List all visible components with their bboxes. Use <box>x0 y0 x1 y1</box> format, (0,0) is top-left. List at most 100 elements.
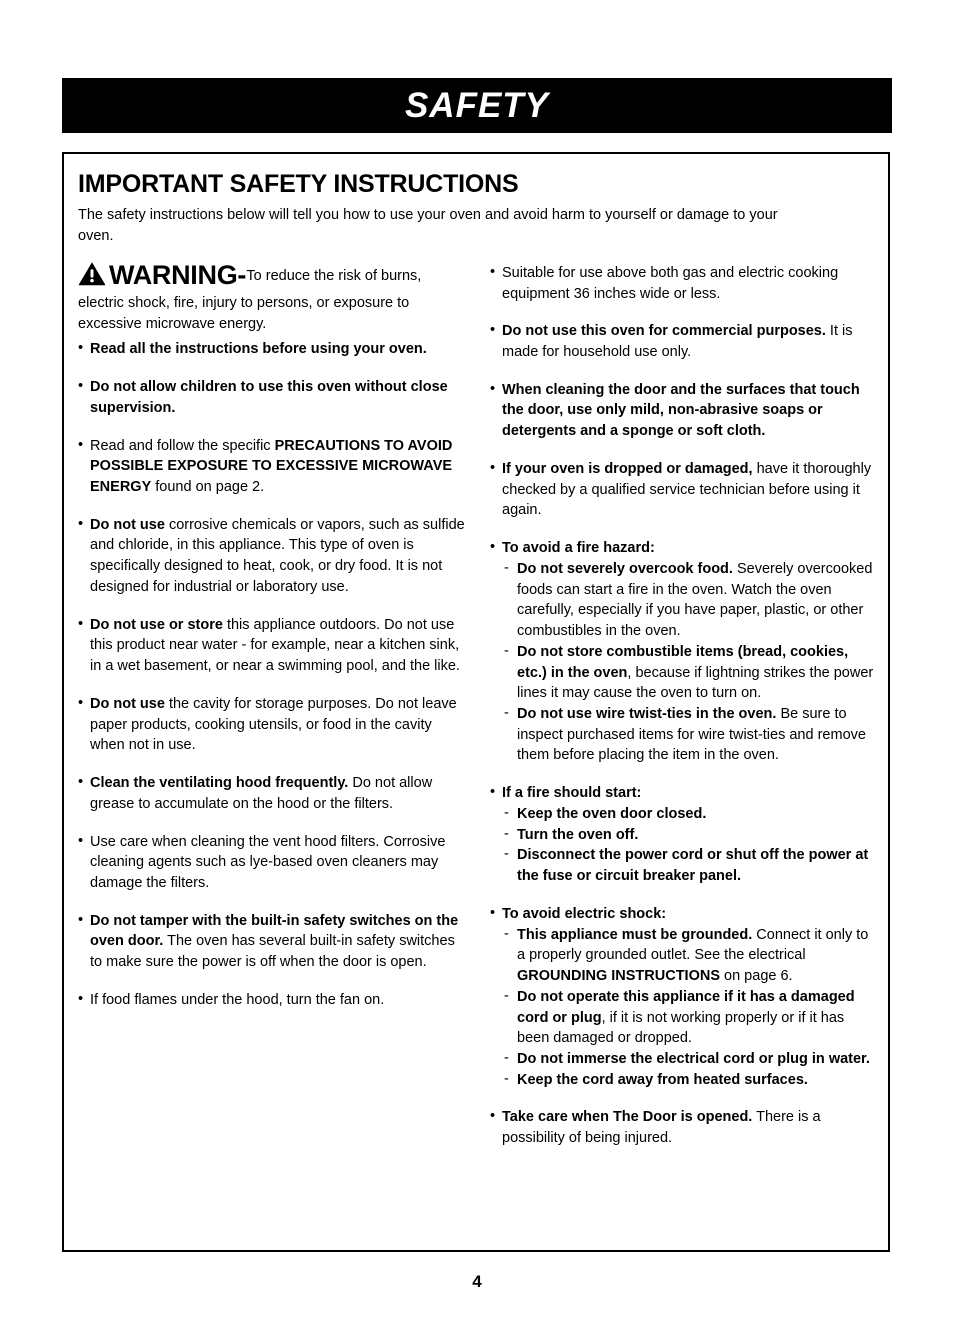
bullet-marker: • <box>78 911 84 928</box>
warning-rest-text: electric shock, fire, injury to persons,… <box>78 295 410 333</box>
bullet-text: Do not use this oven for commercial purp… <box>502 323 853 360</box>
right-bullet-list: • Suitable for use above both gas and ele… <box>490 263 880 1149</box>
bullet-marker: • <box>78 436 84 453</box>
bullet-marker: • <box>78 832 84 849</box>
bullet-marker: • <box>78 990 84 1007</box>
sub-bullet-marker: - <box>504 825 509 842</box>
text-run: If food flames under the hood, turn the … <box>90 991 385 1008</box>
bullet-avoid-electric-shock: • To avoid electric shock: - This appliance… <box>490 904 880 1091</box>
bold-run: Clean the ventilating hood frequently. <box>90 775 349 792</box>
bullet-marker: • <box>490 784 496 801</box>
left-column: WARNING-To reduce the risk of burns, ele… <box>78 261 468 1155</box>
bullet-text: Do not use the cavity for storage purpos… <box>90 696 457 753</box>
bullet-marker: • <box>490 1108 496 1125</box>
bold-run: When cleaning the door and the surfaces … <box>502 381 860 440</box>
bullet-take-care-door-opened: • Take care when The Door is opened. Ther… <box>490 1107 880 1148</box>
bullet-no-commercial-use: • Do not use this oven for commercial pur… <box>490 321 880 362</box>
text-run: Use care when cleaning the vent hood fil… <box>90 833 446 891</box>
bold-run: Do not use <box>90 695 165 712</box>
sub-bullet-marker: - <box>504 1050 509 1067</box>
sub-bullet-no-wire-twist-ties: - Do not use wire twist-ties in the oven.… <box>504 704 880 766</box>
text-run: Read and follow the specific <box>90 437 275 454</box>
sub-bullet-text: Do not severely overcook food. Severely … <box>517 561 872 639</box>
bullet-read-all-instructions: • Read all the instructions before using … <box>78 339 468 360</box>
bullet-marker: • <box>490 459 496 476</box>
bullet-no-outdoor-use: • Do not use or store this appliance outd… <box>78 615 468 677</box>
bullet-marker: • <box>78 378 84 395</box>
sub-bullet-text: Do not use wire twist-ties in the oven. … <box>517 706 866 763</box>
bold-run: Do not severely overcook food. <box>517 560 733 577</box>
sub-bullet-marker: - <box>504 1070 509 1087</box>
sub-bullet-text: Do not store combustible items (bread, c… <box>517 644 873 701</box>
section-intro: The safety instructions below will tell … <box>78 206 778 244</box>
bullet-text: Do not tamper with the built-in safety s… <box>90 913 458 970</box>
document-page: SAFETY IMPORTANT SAFETY INSTRUCTIONS The… <box>0 0 954 1342</box>
sub-bullet-text: Keep the cord away from heated surfaces. <box>517 1072 808 1088</box>
bullet-marker: • <box>490 263 496 280</box>
bold-run: If a fire should start: <box>502 785 642 802</box>
sub-bullet-keep-cord-away-from-heat: - Keep the cord away from heated surfaces… <box>504 1070 880 1091</box>
bullet-clean-ventilating-hood: • Clean the ventilating hood frequently. … <box>78 773 468 814</box>
bullet-text: If your oven is dropped or damaged, have… <box>502 461 871 518</box>
bullet-text: Suitable for use above both gas and elec… <box>502 265 838 302</box>
warning-lead-text: To reduce the risk of burns, <box>246 267 422 284</box>
sub-bullet-marker: - <box>504 987 509 1004</box>
bold-run: Do not allow children to use this oven w… <box>90 379 448 416</box>
page-title: SAFETY <box>404 86 550 125</box>
sub-bullet-text: Do not operate this appliance if it has … <box>517 989 855 1046</box>
bullet-text: If food flames under the hood, turn the … <box>90 992 384 1008</box>
bold-run: GROUNDING INSTRUCTIONS <box>517 968 720 985</box>
bullet-no-corrosive-chemicals: • Do not use corrosive chemicals or vapor… <box>78 515 468 598</box>
bullet-children-supervision: • Do not allow children to use this oven … <box>78 377 468 418</box>
bullet-text: If a fire should start: <box>502 785 641 801</box>
bullet-marker: • <box>78 515 84 532</box>
bullet-text: Take care when The Door is opened. There… <box>502 1109 821 1146</box>
warning-triangle-icon <box>78 261 106 290</box>
sub-bullet-no-damaged-cord-or-plug: - Do not operate this appliance if it has… <box>504 987 880 1049</box>
bullet-precautions-reference: • Read and follow the specific PRECAUTION… <box>78 436 468 498</box>
bullet-text: Clean the ventilating hood frequently. D… <box>90 775 432 812</box>
bullet-marker: • <box>490 539 496 556</box>
sub-bullet-disconnect-power: - Disconnect the power cord or shut off t… <box>504 845 880 886</box>
sub-bullet-no-severe-overcook: - Do not severely overcook food. Severely… <box>504 559 880 642</box>
sub-bullet-appliance-must-be-grounded: - This appliance must be grounded. Connec… <box>504 925 880 987</box>
bullet-food-flames-fan: • If food flames under the hood, turn the… <box>78 990 468 1011</box>
bold-run: To avoid a fire hazard: <box>502 540 655 557</box>
sub-bullet-text: This appliance must be grounded. Connect… <box>517 927 868 984</box>
warning-block: WARNING-To reduce the risk of burns, ele… <box>78 261 468 336</box>
bold-run: If your oven is dropped or damaged, <box>502 460 753 477</box>
bold-run: Do not immerse the electrical cord or pl… <box>517 1051 870 1068</box>
sub-bullet-no-combustible-storage: - Do not store combustible items (bread, … <box>504 642 880 704</box>
bullet-suitable-above-cooking-equipment: • Suitable for use above both gas and ele… <box>490 263 880 304</box>
text-run: found on page 2. <box>151 478 265 495</box>
sub-bullet-marker: - <box>504 559 509 576</box>
bold-run: To avoid electric shock: <box>502 905 667 922</box>
bullet-marker: • <box>78 694 84 711</box>
sub-bullet-text: Disconnect the power cord or shut off th… <box>517 847 868 884</box>
sub-list: - This appliance must be grounded. Connec… <box>502 925 880 1091</box>
bullet-text: Use care when cleaning the vent hood fil… <box>90 834 445 891</box>
sub-bullet-marker: - <box>504 846 509 863</box>
sub-bullet-no-immerse-cord: - Do not immerse the electrical cord or p… <box>504 1049 880 1070</box>
left-bullet-list: • Read all the instructions before using … <box>78 339 468 1010</box>
bold-run: Keep the cord away from heated surfaces. <box>517 1071 808 1088</box>
safety-header-bar: SAFETY <box>62 78 892 133</box>
sub-bullet-marker: - <box>504 925 509 942</box>
bullet-text: When cleaning the door and the surfaces … <box>502 382 860 439</box>
text-run: Suitable for use above both gas and elec… <box>502 264 839 302</box>
sub-bullet-keep-door-closed: - Keep the oven door closed. <box>504 804 880 825</box>
bold-run: Do not use this oven for commercial purp… <box>502 323 826 340</box>
sub-bullet-text: Turn the oven off. <box>517 827 638 843</box>
section-title: IMPORTANT SAFETY INSTRUCTIONS <box>78 170 519 198</box>
bullet-door-cleaning-instructions: • When cleaning the door and the surfaces… <box>490 380 880 442</box>
sub-bullet-text: Do not immerse the electrical cord or pl… <box>517 1051 870 1067</box>
bullet-text: To avoid electric shock: <box>502 906 666 922</box>
safety-content-box: IMPORTANT SAFETY INSTRUCTIONS The safety… <box>62 152 890 1252</box>
sub-bullet-marker: - <box>504 642 509 659</box>
two-column-layout: WARNING - To reduce the risk of burns, ele… <box>78 261 874 1155</box>
bullet-if-fire-should-start: • If a fire should start: - Keep the oven d… <box>490 783 880 887</box>
bullet-oven-dropped-or-damaged: • If your oven is dropped or damaged, hav… <box>490 459 880 521</box>
bullet-text: Read all the instructions before using y… <box>90 341 427 357</box>
bold-run: Do not use wire twist-ties in the oven. <box>517 706 777 722</box>
sub-list: - Do not severely overcook food. Severely… <box>502 559 880 766</box>
